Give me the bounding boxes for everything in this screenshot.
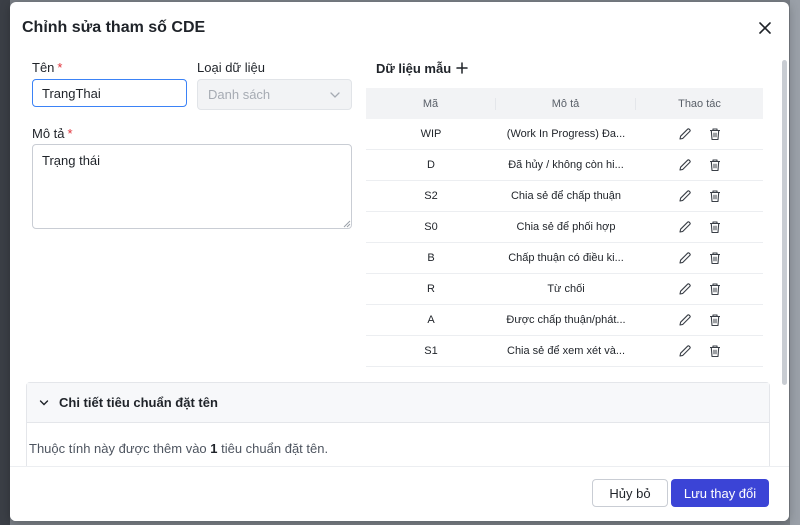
trash-icon: [709, 252, 720, 265]
type-select[interactable]: Danh sách: [197, 79, 352, 110]
row-code: S0: [424, 221, 438, 233]
delete-button[interactable]: [707, 281, 723, 297]
trash-icon: [709, 221, 720, 234]
trash-icon: [709, 314, 720, 327]
resize-grip-icon[interactable]: [343, 220, 351, 228]
close-icon: [759, 22, 771, 34]
edit-cde-parameter-modal: Chỉnh sửa tham số CDE Tên* Loại dữ liệu …: [10, 2, 789, 521]
save-changes-button[interactable]: Lưu thay đổi: [671, 479, 769, 507]
row-desc: Được chấp thuận/phát...: [506, 314, 626, 326]
edit-icon: [678, 314, 691, 326]
add-sample-button[interactable]: [453, 59, 471, 77]
table-row: S2 Chia sẻ để chấp thuận: [366, 181, 763, 212]
table-row: B Chấp thuận có điều ki...: [366, 243, 763, 274]
sample-data-table: Mã Mô tả Thao tác WIP (Work In Progress) …: [366, 88, 763, 367]
naming-standard-title: Chi tiết tiêu chuẩn đặt tên: [59, 395, 218, 410]
row-code: WIP: [420, 128, 442, 140]
modal-scrollbar[interactable]: [782, 60, 787, 385]
col-header-code: Mã: [366, 97, 496, 110]
backdrop-left: [0, 0, 10, 525]
table-row: WIP (Work In Progress) Đa...: [366, 119, 763, 150]
table-header: Mã Mô tả Thao tác: [366, 88, 763, 119]
close-button[interactable]: [755, 18, 775, 38]
trash-icon: [709, 283, 720, 296]
cancel-button[interactable]: Hủy bỏ: [592, 479, 668, 507]
row-actions: [636, 281, 763, 297]
delete-button[interactable]: [707, 250, 723, 266]
delete-button[interactable]: [707, 312, 723, 328]
edit-button[interactable]: [677, 343, 693, 359]
naming-standard-text: Thuộc tính này được thêm vào 1 tiêu chuẩ…: [29, 441, 329, 456]
row-actions: [636, 312, 763, 328]
trash-icon: [709, 345, 720, 358]
row-actions: [636, 219, 763, 235]
chevron-down-icon: [39, 399, 49, 405]
desc-label: Mô tả *: [32, 126, 73, 141]
row-code: S1: [424, 345, 438, 357]
row-actions: [636, 250, 763, 266]
name-input[interactable]: [32, 79, 187, 107]
edit-icon: [678, 159, 691, 171]
trash-icon: [709, 159, 720, 172]
backdrop-right: [790, 0, 800, 525]
delete-button[interactable]: [707, 126, 723, 142]
edit-icon: [678, 283, 691, 295]
row-actions: [636, 157, 763, 173]
edit-button[interactable]: [677, 281, 693, 297]
naming-standard-count: 1: [210, 441, 218, 456]
table-row: S1 Chia sẻ để xem xét và...: [366, 336, 763, 367]
row-desc: Đã hủy / không còn hi...: [508, 159, 624, 171]
col-header-actions: Thao tác: [678, 97, 721, 110]
table-row: A Được chấp thuận/phát...: [366, 305, 763, 336]
desc-required-mark: *: [67, 126, 73, 141]
type-label: Loại dữ liệu: [197, 60, 265, 75]
edit-icon: [678, 128, 691, 140]
row-desc: Từ chối: [547, 283, 585, 295]
col-header-desc: Mô tả: [496, 97, 636, 110]
row-desc: Chia sẻ để chấp thuận: [510, 190, 622, 202]
trash-icon: [709, 190, 720, 203]
sample-data-title: Dữ liệu mẫu: [376, 61, 452, 76]
row-desc: Chia sẻ để phối hợp: [516, 221, 616, 233]
row-desc: Chấp thuận có điều ki...: [508, 252, 624, 264]
row-desc: Chia sẻ để xem xét và...: [507, 345, 625, 357]
edit-button[interactable]: [677, 126, 693, 142]
delete-button[interactable]: [707, 343, 723, 359]
row-code: R: [427, 283, 435, 295]
trash-icon: [709, 128, 720, 141]
row-actions: [636, 343, 763, 359]
row-desc: (Work In Progress) Đa...: [506, 128, 626, 140]
description-textarea[interactable]: Trạng thái: [32, 144, 352, 229]
delete-button[interactable]: [707, 188, 723, 204]
modal-footer: Hủy bỏ Lưu thay đổi: [10, 466, 789, 521]
edit-icon: [678, 345, 691, 357]
edit-icon: [678, 190, 691, 202]
row-code: D: [427, 159, 435, 171]
name-required-mark: *: [57, 60, 63, 75]
name-label: Tên *: [32, 60, 63, 75]
row-code: B: [427, 252, 435, 264]
edit-button[interactable]: [677, 250, 693, 266]
row-code: S2: [424, 190, 438, 202]
edit-button[interactable]: [677, 312, 693, 328]
table-row: R Từ chối: [366, 274, 763, 305]
plus-icon: [456, 62, 468, 74]
table-row: D Đã hủy / không còn hi...: [366, 150, 763, 181]
row-code: A: [427, 314, 435, 326]
edit-button[interactable]: [677, 157, 693, 173]
type-select-value: Danh sách: [208, 87, 271, 102]
delete-button[interactable]: [707, 157, 723, 173]
chevron-down-icon: [330, 92, 340, 98]
modal-header: Chỉnh sửa tham số CDE: [10, 2, 789, 54]
row-actions: [636, 188, 763, 204]
row-actions: [636, 126, 763, 142]
edit-icon: [678, 221, 691, 233]
modal-title: Chỉnh sửa tham số CDE: [22, 19, 206, 36]
table-row: S0 Chia sẻ để phối hợp: [366, 212, 763, 243]
edit-button[interactable]: [677, 188, 693, 204]
edit-button[interactable]: [677, 219, 693, 235]
delete-button[interactable]: [707, 219, 723, 235]
naming-standard-toggle[interactable]: Chi tiết tiêu chuẩn đặt tên: [27, 383, 769, 423]
edit-icon: [678, 252, 691, 264]
